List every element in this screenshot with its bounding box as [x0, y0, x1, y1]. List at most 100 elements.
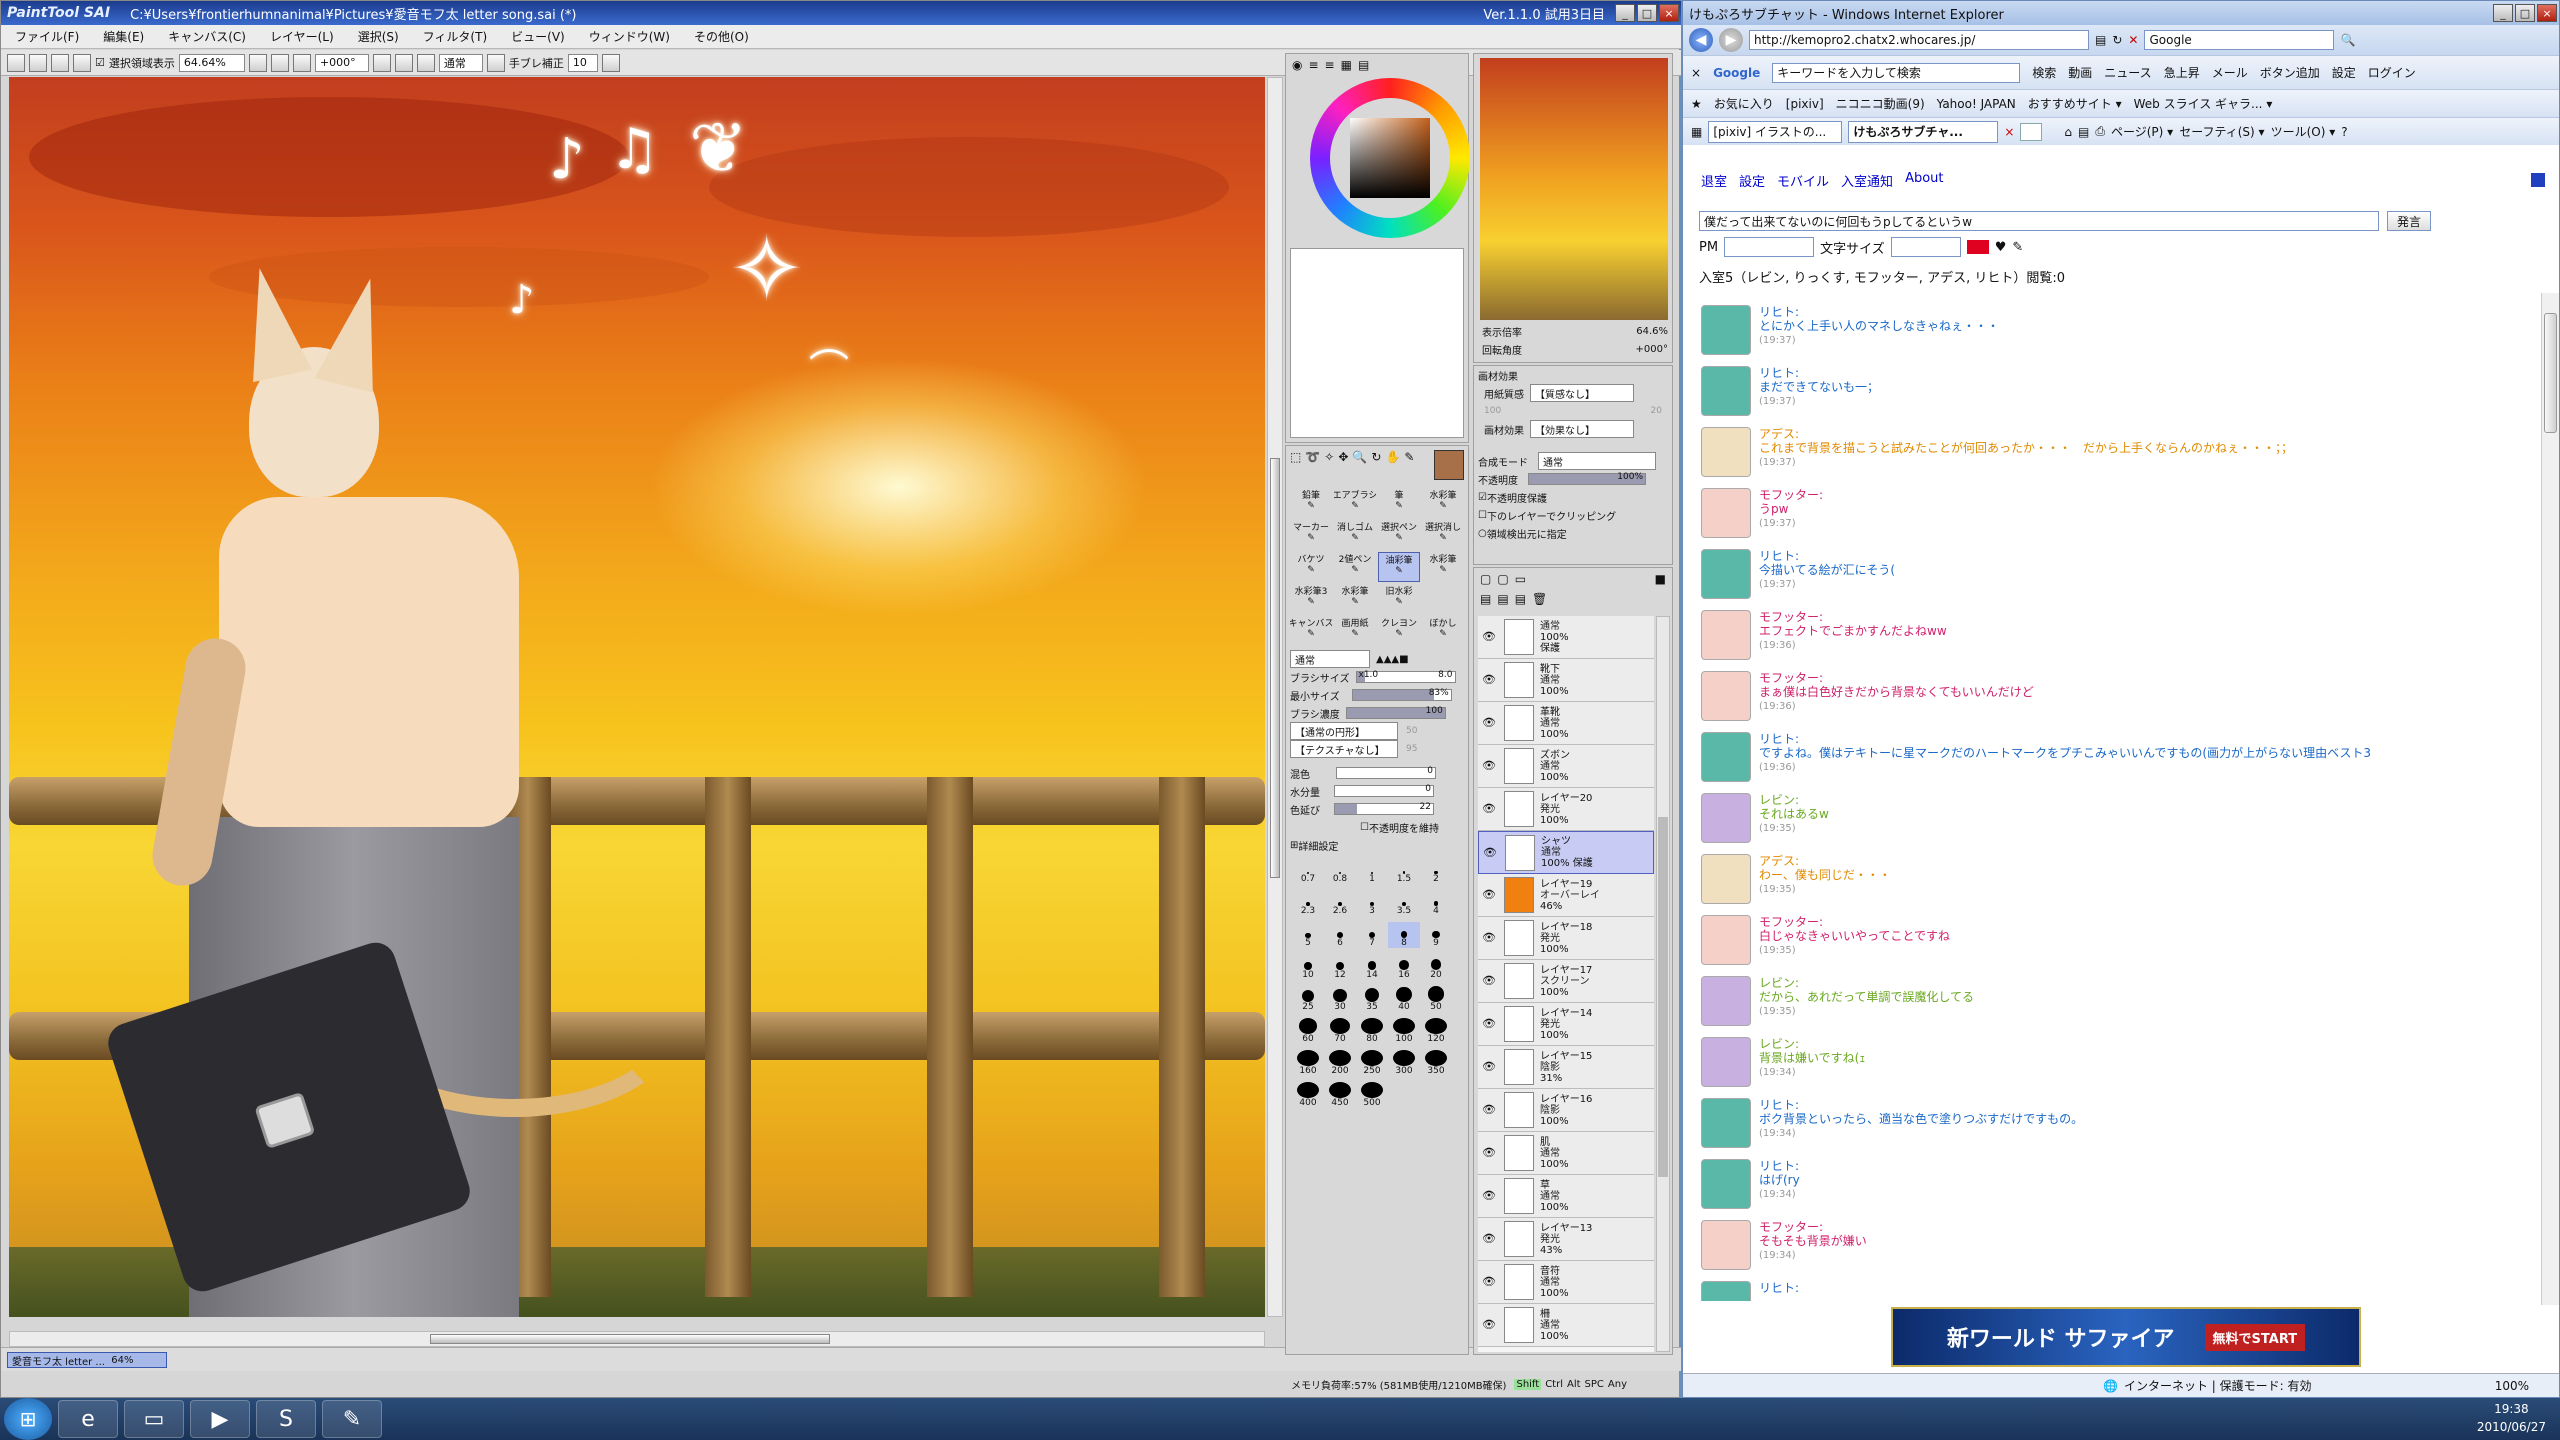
visibility-eye-icon[interactable]: 👁 [1482, 1103, 1498, 1117]
user-avatar[interactable] [1701, 549, 1751, 599]
visibility-eye-icon[interactable]: 👁 [1482, 888, 1498, 902]
link-leave[interactable]: 退室 [1701, 171, 1727, 190]
brush-size-preset[interactable]: 9 [1420, 922, 1452, 948]
clipping-checkbox[interactable]: ☐ [1478, 510, 1487, 521]
canvas-horizontal-scrollbar[interactable] [9, 1331, 1265, 1347]
tool-empty[interactable] [1422, 584, 1464, 614]
close-button[interactable]: × [1659, 4, 1679, 22]
move-icon[interactable]: ✥ [1338, 450, 1348, 480]
tab-pixiv[interactable]: [pixiv] イラストの... [1708, 120, 1843, 143]
layer-row[interactable]: 👁 革靴 通常 100% [1478, 702, 1654, 745]
layer-row[interactable]: 👁 レイヤー20 発光 100% [1478, 788, 1654, 831]
link-entry-notice[interactable]: 入室通知 [1841, 171, 1893, 190]
brush-size-slider[interactable]: x1.0 8.0 [1355, 670, 1456, 683]
saturation-value-box[interactable] [1350, 118, 1430, 198]
new-layer-icon[interactable]: ▢ [1480, 572, 1491, 586]
attach-icon[interactable]: ✎ [2012, 240, 2023, 255]
brush-size-preset[interactable]: 350 [1420, 1050, 1452, 1076]
brush-size-preset[interactable]: 2.3 [1292, 890, 1324, 916]
skype-taskbar-icon[interactable]: S [256, 1400, 316, 1438]
brush-size-preset[interactable]: 250 [1356, 1050, 1388, 1076]
fav-suggested[interactable]: おすすめサイト ▾ [2028, 95, 2122, 112]
tool-blur[interactable]: ぼかし ✎ [1422, 616, 1464, 646]
favorites-button[interactable]: お気に入り [1714, 95, 1774, 112]
hand-icon[interactable]: ✋ [1385, 450, 1400, 480]
quick-tabs-icon[interactable]: ▦ [1691, 125, 1702, 139]
brush-size-preset[interactable]: 60 [1292, 1018, 1324, 1044]
brush-size-preset[interactable]: 7 [1356, 922, 1388, 948]
layer-row[interactable]: 👁 音符 通常 100% [1478, 1261, 1654, 1304]
refresh-icon[interactable]: ↻ [2112, 33, 2122, 47]
merge-down-icon[interactable]: ▤ [1497, 592, 1508, 606]
brush-size-preset[interactable]: 6 [1324, 922, 1356, 948]
new-tab-button[interactable] [2020, 122, 2043, 141]
feeds-icon[interactable]: ▤ [2078, 125, 2089, 139]
rotate-reset-icon[interactable] [416, 53, 435, 72]
font-size-select[interactable] [1890, 237, 1961, 257]
layer-row[interactable]: 👁 通常 100% 保護 [1478, 616, 1654, 659]
google-login-button[interactable]: ログイン [2368, 64, 2416, 81]
visibility-eye-icon[interactable]: 👁 [1482, 630, 1498, 644]
brush-size-preset[interactable]: 3 [1356, 890, 1388, 916]
color-wheel[interactable] [1310, 78, 1470, 238]
brush-size-preset[interactable]: 1 [1356, 858, 1388, 884]
zoom-tool-icon[interactable]: 🔍 [1352, 450, 1367, 480]
brush-size-preset[interactable]: 30 [1324, 986, 1356, 1012]
brush-size-preset[interactable]: 160 [1292, 1050, 1324, 1076]
user-avatar[interactable] [1701, 1281, 1751, 1301]
layer-row[interactable]: 👁 靴下 通常 100% [1478, 659, 1654, 702]
water-slider[interactable]: 0 [1334, 784, 1434, 797]
user-avatar[interactable] [1701, 305, 1751, 355]
user-avatar[interactable] [1701, 915, 1751, 965]
user-avatar[interactable] [1701, 793, 1751, 843]
tool-canvas[interactable]: キャンバス ✎ [1290, 616, 1332, 646]
user-avatar[interactable] [1701, 610, 1751, 660]
media-player-taskbar-icon[interactable]: ▶ [190, 1400, 250, 1438]
zoom-reset-icon[interactable] [292, 53, 311, 72]
visibility-eye-icon[interactable]: 👁 [1482, 673, 1498, 687]
rotate-right-icon[interactable] [394, 53, 413, 72]
visibility-eye-icon[interactable]: 👁 [1482, 974, 1498, 988]
mix-slider[interactable]: 0 [1336, 766, 1436, 779]
tab-kemopro[interactable]: けもぷろサブチャ... [1848, 120, 1999, 143]
favorites-star-icon[interactable]: ★ [1691, 97, 1702, 111]
google-settings-button[interactable]: 設定 [2332, 64, 2356, 81]
google-news-button[interactable]: ニュース [2104, 64, 2151, 81]
link-about[interactable]: About [1905, 171, 1943, 190]
layer-row[interactable]: 👁 レイヤー18 発光 100% [1478, 917, 1654, 960]
user-avatar[interactable] [1701, 366, 1751, 416]
layer-blend-select[interactable]: 通常 [1538, 452, 1656, 470]
flip-icon[interactable] [486, 53, 505, 72]
clear-layer-icon[interactable]: ▤ [1515, 592, 1526, 606]
emoji-icon[interactable]: ♥ [1995, 240, 2007, 255]
menu-canvas[interactable]: キャンバス(C) [168, 28, 246, 45]
ie-taskbar-icon[interactable]: e [58, 1400, 118, 1438]
brush-size-preset[interactable]: 12 [1324, 954, 1356, 980]
min-size-slider[interactable]: 83% [1351, 688, 1452, 701]
layer-row[interactable]: 👁 柵通常 100% [1478, 1304, 1654, 1347]
user-avatar[interactable] [1701, 488, 1751, 538]
link-mobile[interactable]: モバイル [1777, 171, 1829, 190]
fav-yahoo[interactable]: Yahoo! JAPAN [1937, 97, 2016, 111]
zoom-out-icon[interactable] [248, 53, 267, 72]
deselect-icon[interactable] [51, 53, 69, 72]
magic-wand-icon[interactable]: ✧ [1324, 450, 1334, 480]
brush-size-preset[interactable]: 50 [1420, 986, 1452, 1012]
invert-selection-icon[interactable] [73, 53, 91, 72]
brush-size-preset[interactable]: 40 [1388, 986, 1420, 1012]
menu-view[interactable]: ビュー(V) [511, 28, 565, 45]
new-linework-layer-icon[interactable]: ▢ [1497, 572, 1508, 586]
brush-shape-select[interactable]: 【通常の円形】 [1290, 722, 1398, 740]
url-field[interactable]: http://kemopro2.chatx2.whocares.jp/ [1749, 30, 2089, 50]
select-rect-icon[interactable]: ⬚ [1290, 450, 1301, 480]
eyedropper-icon[interactable]: ✎ [1404, 450, 1414, 480]
brush-tip-shapes[interactable]: ▲▲▲■ [1376, 654, 1409, 665]
home-icon[interactable]: ⌂ [2064, 125, 2072, 139]
stabilizer-field[interactable]: 10 [567, 53, 598, 72]
layer-row[interactable]: 👁 レイヤー16 陰影 100% [1478, 1089, 1654, 1132]
brush-size-preset[interactable]: 500 [1356, 1082, 1388, 1108]
brush-size-preset[interactable]: 80 [1356, 1018, 1388, 1044]
visibility-eye-icon[interactable]: 👁 [1482, 1146, 1498, 1160]
brush-size-preset[interactable]: 20 [1420, 954, 1452, 980]
page-menu[interactable]: ページ(P) ▾ [2111, 123, 2173, 140]
